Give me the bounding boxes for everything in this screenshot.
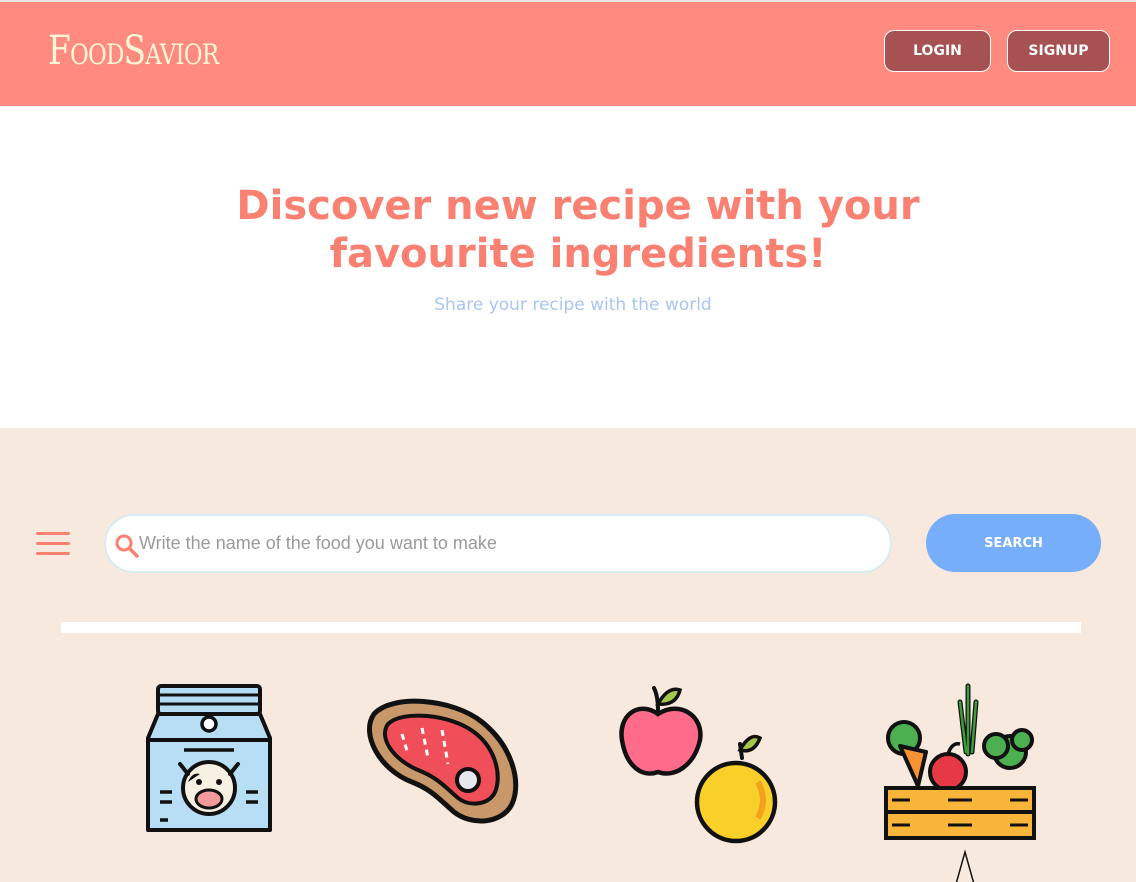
search-button[interactable]: SEARCH — [926, 514, 1101, 572]
hero-title-line-1: Discover new recipe with your — [236, 183, 920, 229]
category-dairy[interactable] — [144, 682, 274, 834]
search-bar — [104, 514, 892, 573]
category-vegetables[interactable] — [882, 682, 1038, 882]
menu-bar — [36, 542, 70, 545]
vegetable-crate-icon — [884, 683, 1036, 882]
milk-carton-icon — [146, 684, 272, 832]
fruit-icon — [619, 686, 778, 844]
menu-bar — [36, 532, 70, 535]
menu-bar — [36, 552, 70, 555]
hero-title-line-2: favourite ingredients! — [329, 231, 827, 277]
hamburger-menu-icon[interactable] — [36, 532, 70, 556]
hero-title: Discover new recipe with your favourite … — [0, 182, 1136, 278]
section-divider — [61, 622, 1081, 633]
category-meat[interactable] — [362, 694, 522, 826]
signup-button[interactable]: SIGNUP — [1007, 30, 1110, 72]
login-button[interactable]: LOGIN — [884, 30, 991, 72]
search-section: SEARCH — [0, 428, 1136, 882]
hero-subtitle: Share your recipe with the world — [434, 295, 712, 315]
top-navbar: FoodSavior LOGIN SIGNUP — [0, 0, 1136, 106]
site-logo[interactable]: FoodSavior — [48, 28, 219, 74]
search-input[interactable] — [139, 516, 879, 571]
search-icon — [115, 534, 139, 558]
hero-section: Discover new recipe with your favourite … — [0, 106, 1136, 428]
category-fruits[interactable] — [618, 682, 782, 844]
steak-icon — [367, 698, 519, 824]
